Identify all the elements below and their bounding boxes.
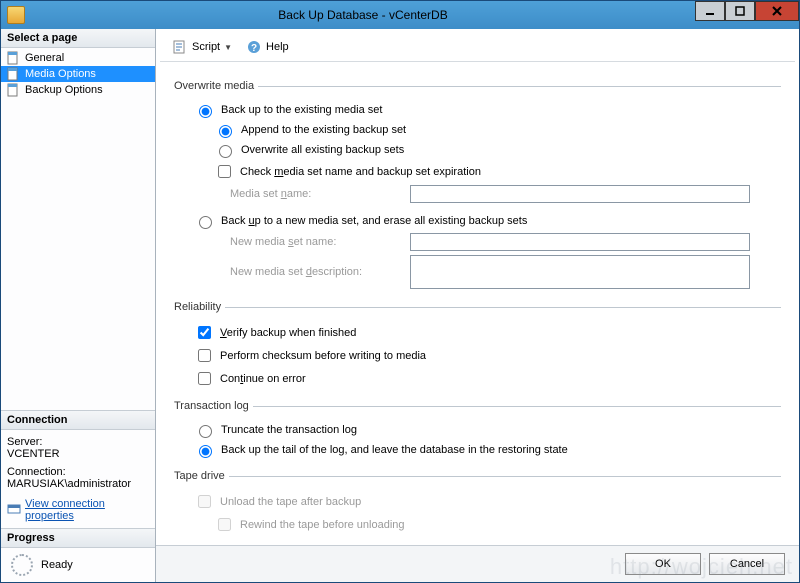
progress-header: Progress (1, 529, 155, 548)
checksum-label: Perform checksum before writing to media (220, 350, 426, 362)
continue-error-label: Continue on error (220, 373, 306, 385)
toolbar: Script ▼ ? Help (160, 33, 795, 62)
overwrite-all-radio[interactable] (219, 145, 232, 158)
dropdown-icon: ▼ (224, 43, 232, 52)
transaction-log-group: Transaction log Truncate the transaction… (174, 400, 781, 462)
sidebar-item-label: Media Options (25, 68, 96, 80)
backup-existing-radio[interactable] (199, 105, 212, 118)
reliability-group: Reliability Verify backup when finished … (174, 301, 781, 392)
new-media-desc-input (410, 255, 750, 289)
titlebar: Back Up Database - vCenterDB (1, 1, 799, 29)
check-media-label: Check media set name and backup set expi… (240, 166, 481, 178)
window-title: Back Up Database - vCenterDB (31, 8, 695, 22)
view-connection-properties-link[interactable]: View connection properties (25, 498, 149, 522)
tlog-legend: Transaction log (174, 400, 253, 412)
close-button[interactable] (755, 1, 799, 21)
verify-checkbox[interactable] (198, 326, 211, 339)
continue-error-checkbox[interactable] (198, 372, 211, 385)
script-icon (172, 39, 188, 55)
main-panel: Script ▼ ? Help Overwrite media Back up … (156, 29, 799, 582)
rewind-tape-label: Rewind the tape before unloading (240, 519, 405, 531)
tape-legend: Tape drive (174, 470, 229, 482)
verify-label: Verify backup when finished (220, 327, 356, 339)
new-media-name-input (410, 233, 750, 251)
app-icon (7, 6, 25, 24)
overwrite-legend: Overwrite media (174, 80, 258, 92)
server-label: Server: (7, 436, 149, 448)
sidebar-item-label: General (25, 52, 64, 64)
help-label: Help (266, 41, 289, 53)
truncate-radio[interactable] (199, 425, 212, 438)
connection-label: Connection: (7, 466, 149, 478)
minimize-button[interactable] (695, 1, 725, 21)
cancel-button[interactable]: Cancel (709, 553, 785, 575)
maximize-button[interactable] (725, 1, 755, 21)
page-icon (5, 51, 21, 65)
connection-value: MARUSIAK\administrator (7, 478, 149, 490)
backup-new-set-radio[interactable] (199, 216, 212, 229)
append-radio[interactable] (219, 125, 232, 138)
dialog-footer: OK Cancel (156, 545, 799, 582)
backup-tail-label: Back up the tail of the log, and leave t… (221, 444, 568, 456)
sidebar-item-label: Backup Options (25, 84, 103, 96)
truncate-label: Truncate the transaction log (221, 424, 357, 436)
overwrite-media-group: Overwrite media Back up to the existing … (174, 80, 781, 293)
rewind-tape-checkbox (218, 518, 231, 531)
sidebar-header: Select a page (1, 29, 155, 48)
connection-panel: Connection Server: VCENTER Connection: M… (1, 410, 155, 528)
sidebar-item-backup-options[interactable]: Backup Options (1, 82, 155, 98)
progress-panel: Progress Ready (1, 528, 155, 582)
help-icon: ? (246, 39, 262, 55)
append-label: Append to the existing backup set (241, 124, 406, 136)
svg-text:?: ? (251, 43, 257, 54)
new-media-desc-label: New media set description: (230, 266, 410, 278)
overwrite-all-label: Overwrite all existing backup sets (241, 144, 404, 156)
connection-header: Connection (1, 411, 155, 430)
reliability-legend: Reliability (174, 301, 225, 313)
backup-tail-radio[interactable] (199, 445, 212, 458)
script-button[interactable]: Script ▼ (168, 37, 236, 57)
unload-tape-checkbox (198, 495, 211, 508)
link-icon (7, 503, 21, 518)
ok-button[interactable]: OK (625, 553, 701, 575)
checksum-checkbox[interactable] (198, 349, 211, 362)
page-icon (5, 83, 21, 97)
backup-new-set-label: Back up to a new media set, and erase al… (221, 215, 527, 227)
sidebar-item-media-options[interactable]: Media Options (1, 66, 155, 82)
media-set-name-label: Media set name: (230, 188, 410, 200)
sidebar: Select a page General Media Options Back… (1, 29, 156, 582)
page-icon (5, 67, 21, 81)
new-media-name-label: New media set name: (230, 236, 410, 248)
script-label: Script (192, 41, 220, 53)
progress-spinner-icon (11, 554, 33, 576)
tape-drive-group: Tape drive Unload the tape after backup … (174, 470, 781, 538)
progress-status: Ready (41, 559, 73, 571)
backup-existing-label: Back up to the existing media set (221, 104, 382, 116)
unload-tape-label: Unload the tape after backup (220, 496, 361, 508)
check-media-checkbox[interactable] (218, 165, 231, 178)
media-set-name-input (410, 185, 750, 203)
sidebar-item-general[interactable]: General (1, 50, 155, 66)
help-button[interactable]: ? Help (242, 37, 293, 57)
server-value: VCENTER (7, 448, 149, 460)
